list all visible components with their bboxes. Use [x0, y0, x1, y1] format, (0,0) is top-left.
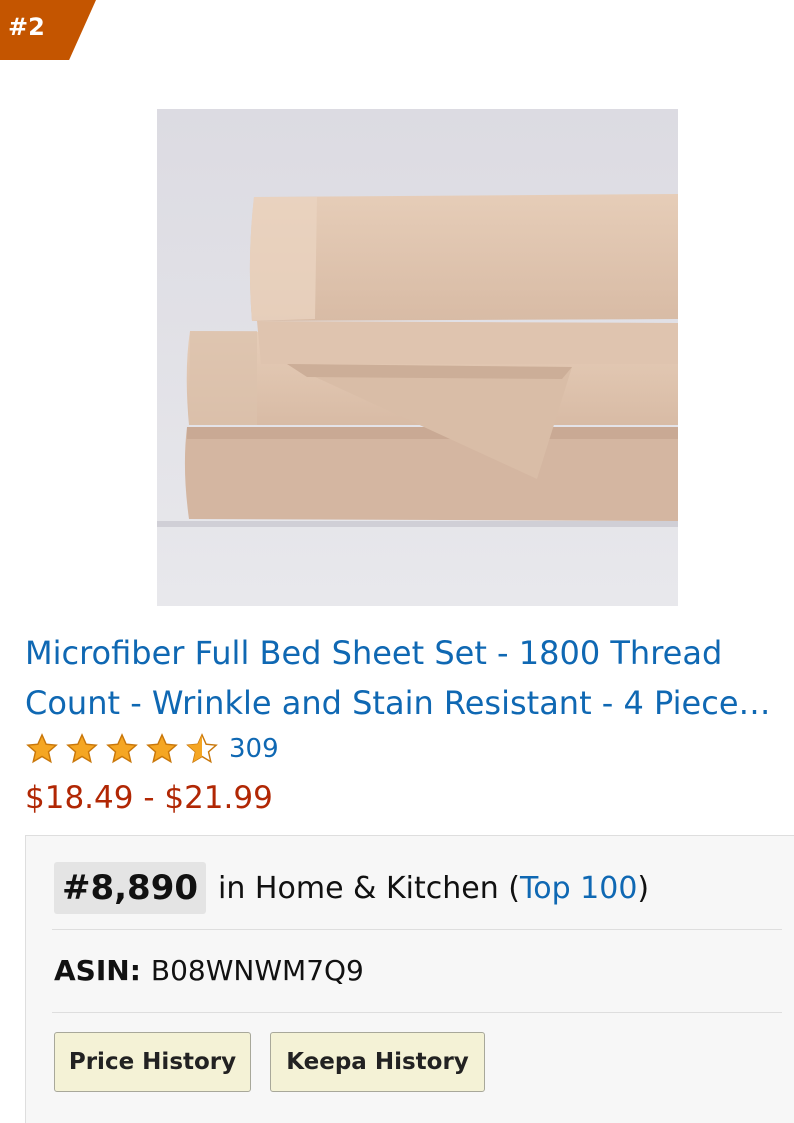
keepa-history-button[interactable]: Keepa History	[270, 1032, 485, 1092]
rank-close-paren: )	[637, 870, 650, 906]
sales-rank-row: #8,890 in Home & Kitchen ( Top 100 )	[54, 858, 649, 918]
star-full-icon	[26, 733, 58, 764]
price-range: $18.49 - $21.99	[25, 780, 273, 816]
sales-rank-value: #8,890	[54, 862, 207, 914]
rank-badge-label: #2	[8, 13, 45, 41]
divider	[52, 929, 782, 930]
rank-category-text: in Home & Kitchen (	[218, 870, 520, 906]
product-card: #2 Microfiber Full Bed Sheet Set - 1800 …	[0, 0, 794, 1123]
divider	[52, 1012, 782, 1013]
product-title-link[interactable]: Microfiber Full Bed Sheet Set - 1800 Thr…	[25, 628, 794, 728]
top-100-link[interactable]: Top 100	[520, 871, 637, 906]
rating-row: 309	[25, 729, 279, 769]
star-full-icon	[66, 733, 98, 764]
asin-row: ASIN: B08WNWM7Q9	[54, 946, 364, 994]
star-rating[interactable]	[25, 732, 225, 766]
product-info-panel: #8,890 in Home & Kitchen ( Top 100 ) ASI…	[25, 835, 794, 1123]
asin-value: B08WNWM7Q9	[150, 953, 364, 987]
price-history-button[interactable]: Price History	[54, 1032, 251, 1092]
asin-label: ASIN:	[54, 953, 141, 987]
review-count-link[interactable]: 309	[229, 734, 279, 764]
star-full-icon	[106, 733, 138, 764]
product-image[interactable]	[157, 109, 678, 606]
star-full-icon	[146, 733, 178, 764]
star-half-icon	[186, 733, 218, 764]
